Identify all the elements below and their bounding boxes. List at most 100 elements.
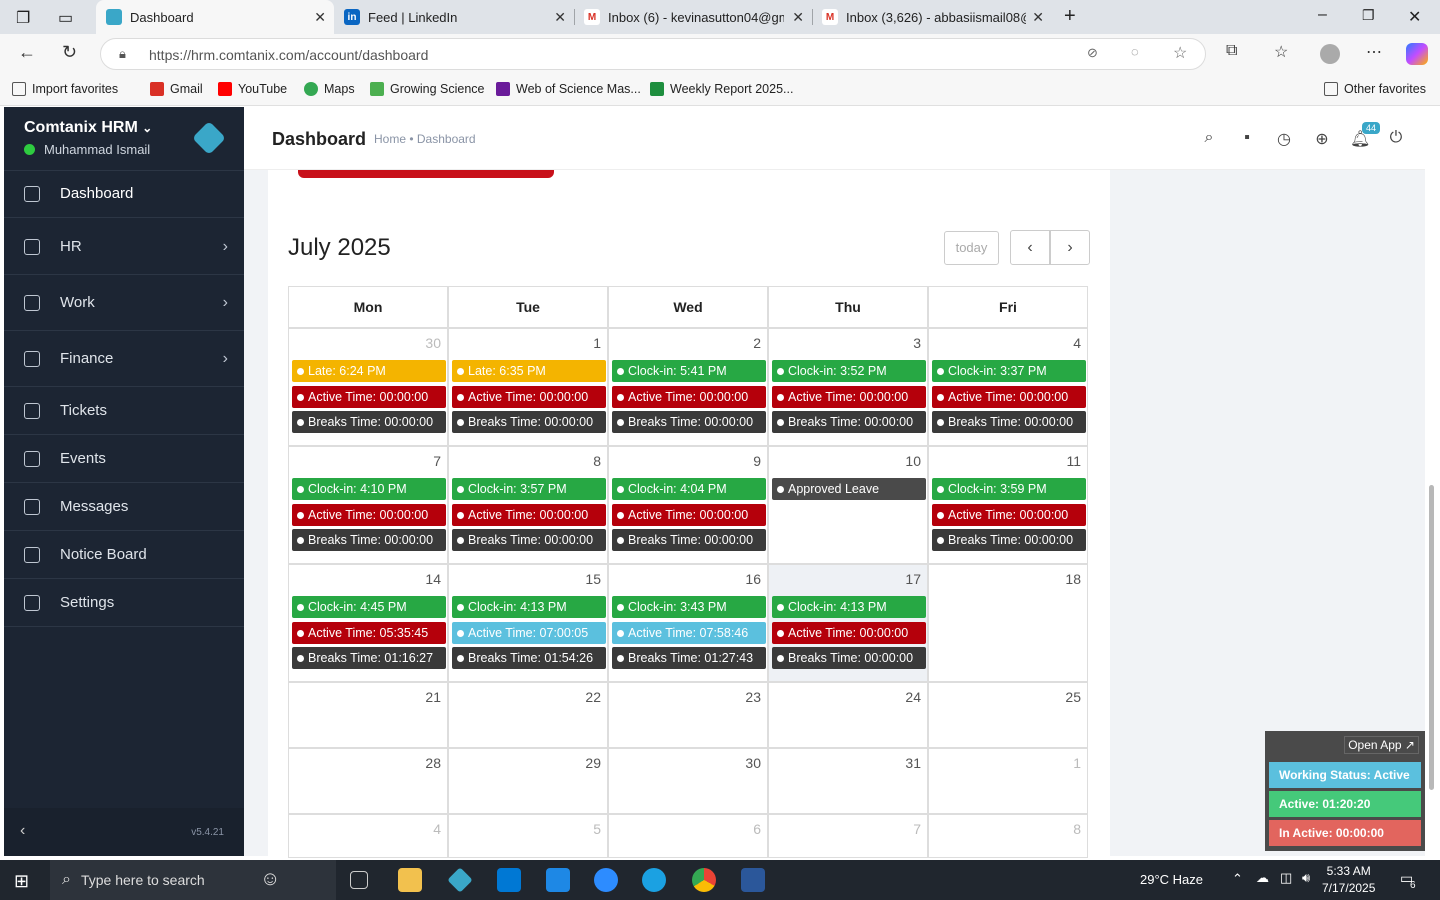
profile-avatar[interactable] bbox=[1320, 44, 1340, 64]
store-icon[interactable] bbox=[497, 868, 521, 892]
tab-gmail-1[interactable]: M Inbox (6) - kevinasutton04@gmai ✕ bbox=[574, 0, 812, 34]
calendar-event[interactable]: Breaks Time: 00:00:00 bbox=[452, 529, 606, 551]
calendar-event[interactable]: Active Time: 00:00:00 bbox=[612, 503, 766, 526]
wifi-icon[interactable]: ◫ bbox=[1280, 870, 1292, 886]
calendar-event[interactable]: Clock-in: 3:37 PM bbox=[932, 360, 1086, 382]
calendar-day-cell[interactable]: 3 Clock-in: 3:52 PM Active Time: 00:00:00 B… bbox=[768, 328, 928, 446]
chevron-down-icon[interactable]: ⌄ bbox=[142, 121, 152, 135]
calendar-day-cell[interactable]: 7 bbox=[768, 814, 928, 858]
day-number[interactable]: 14 bbox=[425, 571, 441, 587]
taskbar-clock[interactable]: 5:33 AM 7/17/2025 bbox=[1322, 863, 1375, 897]
day-number[interactable]: 22 bbox=[585, 689, 601, 705]
calendar-event[interactable]: Breaks Time: 01:16:27 bbox=[292, 647, 446, 669]
calendar-event[interactable]: Active Time: 00:00:00 bbox=[612, 385, 766, 408]
calendar-event[interactable]: Active Time: 00:00:00 bbox=[292, 385, 446, 408]
close-tab-icon[interactable]: ✕ bbox=[554, 9, 566, 26]
calendar-event[interactable]: Late: 6:35 PM bbox=[452, 360, 606, 382]
calendar-event[interactable]: Clock-in: 4:04 PM bbox=[612, 478, 766, 500]
calendar-event[interactable]: Approved Leave bbox=[772, 478, 926, 500]
day-number[interactable]: 8 bbox=[593, 453, 601, 469]
calendar-day-cell[interactable]: 9 Clock-in: 4:04 PM Active Time: 00:00:00 B… bbox=[608, 446, 768, 564]
calendar-day-cell[interactable]: 2 Clock-in: 5:41 PM Active Time: 00:00:00 B… bbox=[608, 328, 768, 446]
bookmark-growing-science[interactable]: Growing Science bbox=[370, 82, 485, 96]
day-number[interactable]: 9 bbox=[753, 453, 761, 469]
tab-linkedin[interactable]: in Feed | LinkedIn ✕ bbox=[334, 0, 574, 34]
collapse-sidebar-icon[interactable]: ‹ bbox=[20, 822, 25, 840]
url-field[interactable]: 🔒︎ https://hrm.comtanix.com/account/dash… bbox=[100, 38, 1206, 70]
sidebar-item-dashboard[interactable]: Dashboard bbox=[4, 170, 244, 218]
day-number[interactable]: 1 bbox=[1073, 755, 1081, 771]
calendar-day-cell[interactable]: 17 Clock-in: 4:13 PM Active Time: 00:00:00… bbox=[768, 564, 928, 682]
close-tab-icon[interactable]: ✕ bbox=[792, 9, 804, 26]
calendar-event[interactable]: Active Time: 00:00:00 bbox=[772, 385, 926, 408]
calendar-day-cell[interactable]: 4 Clock-in: 3:37 PM Active Time: 00:00:00 B… bbox=[928, 328, 1088, 446]
day-number[interactable]: 29 bbox=[585, 755, 601, 771]
day-number[interactable]: 30 bbox=[425, 335, 441, 351]
sidebar-item-events[interactable]: Events bbox=[4, 435, 244, 483]
calendar-day-cell[interactable]: 29 bbox=[448, 748, 608, 814]
sidebar-item-tickets[interactable]: Tickets bbox=[4, 387, 244, 435]
calendar-event[interactable]: Clock-in: 3:52 PM bbox=[772, 360, 926, 382]
calendar-event[interactable]: Clock-in: 3:57 PM bbox=[452, 478, 606, 500]
calendar-event[interactable]: Active Time: 00:00:00 bbox=[292, 503, 446, 526]
word-icon[interactable] bbox=[741, 868, 765, 892]
calendar-event[interactable]: Breaks Time: 00:00:00 bbox=[612, 411, 766, 433]
tab-gmail-2[interactable]: M Inbox (3,626) - abbasiismail08@g ✕ bbox=[812, 0, 1052, 34]
calendar-day-cell[interactable]: 10 Approved Leave bbox=[768, 446, 928, 564]
calendar-event[interactable]: Active Time: 00:00:00 bbox=[772, 621, 926, 644]
calendar-event[interactable]: Clock-in: 4:45 PM bbox=[292, 596, 446, 618]
favorites-list-icon[interactable]: ☆ bbox=[1274, 42, 1288, 62]
calendar-day-cell[interactable]: 21 bbox=[288, 682, 448, 748]
day-number[interactable]: 23 bbox=[745, 689, 761, 705]
day-number[interactable]: 7 bbox=[433, 453, 441, 469]
zoom-icon[interactable] bbox=[594, 868, 618, 892]
tab-actions-icon[interactable]: ▭ bbox=[58, 8, 73, 28]
calendar-event[interactable]: Breaks Time: 01:27:43 bbox=[612, 647, 766, 669]
favorite-star-icon[interactable]: ☆ bbox=[1173, 43, 1187, 63]
calendar-day-cell[interactable]: 11 Clock-in: 3:59 PM Active Time: 00:00:00… bbox=[928, 446, 1088, 564]
calendar-event[interactable]: Breaks Time: 00:00:00 bbox=[452, 411, 606, 433]
calendar-event[interactable]: Active Time: 07:58:46 bbox=[612, 621, 766, 644]
sidebar-item-notice-board[interactable]: Notice Board bbox=[4, 531, 244, 579]
calendar-event[interactable]: Breaks Time: 00:00:00 bbox=[292, 411, 446, 433]
day-number[interactable]: 5 bbox=[593, 821, 601, 837]
calendar-event[interactable]: Active Time: 07:00:05 bbox=[452, 621, 606, 644]
calendar-event[interactable]: Active Time: 00:00:00 bbox=[452, 503, 606, 526]
network-icon[interactable]: ☁ bbox=[1256, 870, 1269, 886]
day-number[interactable]: 15 bbox=[585, 571, 601, 587]
search-icon[interactable]: ⌕ bbox=[1200, 129, 1218, 147]
day-number[interactable]: 7 bbox=[913, 821, 921, 837]
file-explorer-icon[interactable] bbox=[398, 868, 422, 892]
settings-more-icon[interactable]: ⋯ bbox=[1366, 42, 1382, 62]
bookmark-import[interactable]: Import favorites bbox=[12, 82, 118, 96]
windows-start-icon[interactable]: ⊞ bbox=[14, 871, 29, 892]
prev-month-button[interactable]: ‹ bbox=[1010, 230, 1050, 265]
bookmark-weekly-report[interactable]: Weekly Report 2025... bbox=[650, 82, 793, 96]
back-arrow-icon[interactable]: ← bbox=[18, 42, 36, 63]
next-month-button[interactable]: › bbox=[1050, 230, 1090, 265]
calendar-event[interactable]: Breaks Time: 00:00:00 bbox=[292, 529, 446, 551]
calendar-event[interactable]: Active Time: 00:00:00 bbox=[452, 385, 606, 408]
calendar-event[interactable]: Active Time: 00:00:00 bbox=[932, 503, 1086, 526]
bookmark-web-of-science[interactable]: Web of Science Mas... bbox=[496, 82, 641, 96]
calendar-day-cell[interactable]: 22 bbox=[448, 682, 608, 748]
day-number[interactable]: 4 bbox=[1073, 335, 1081, 351]
mail-icon[interactable] bbox=[546, 868, 570, 892]
calendar-day-cell[interactable]: 28 bbox=[288, 748, 448, 814]
sidebar-item-messages[interactable]: Messages bbox=[4, 483, 244, 531]
sidebar-item-hr[interactable]: HR › bbox=[4, 219, 244, 275]
sidebar-item-work[interactable]: Work › bbox=[4, 275, 244, 331]
bookmark-youtube[interactable]: YouTube bbox=[218, 82, 287, 96]
add-circle-icon[interactable]: ⊕ bbox=[1313, 129, 1331, 148]
notes-icon[interactable]: ▪ bbox=[1238, 129, 1256, 147]
calendar-event[interactable]: Clock-in: 5:41 PM bbox=[612, 360, 766, 382]
workspaces-icon[interactable]: ❐ bbox=[16, 8, 30, 28]
calendar-day-cell[interactable]: 23 bbox=[608, 682, 768, 748]
task-view-icon[interactable] bbox=[350, 871, 368, 889]
calendar-event[interactable]: Late: 6:24 PM bbox=[292, 360, 446, 382]
calendar-day-cell[interactable]: 1 bbox=[928, 748, 1088, 814]
refresh-icon[interactable]: ↻ bbox=[62, 42, 77, 63]
restore-icon[interactable]: ❐ bbox=[1362, 7, 1375, 24]
calendar-day-cell[interactable]: 30 Late: 6:24 PM Active Time: 00:00:00 Brea… bbox=[288, 328, 448, 446]
calendar-day-cell[interactable]: 7 Clock-in: 4:10 PM Active Time: 00:00:00 B… bbox=[288, 446, 448, 564]
